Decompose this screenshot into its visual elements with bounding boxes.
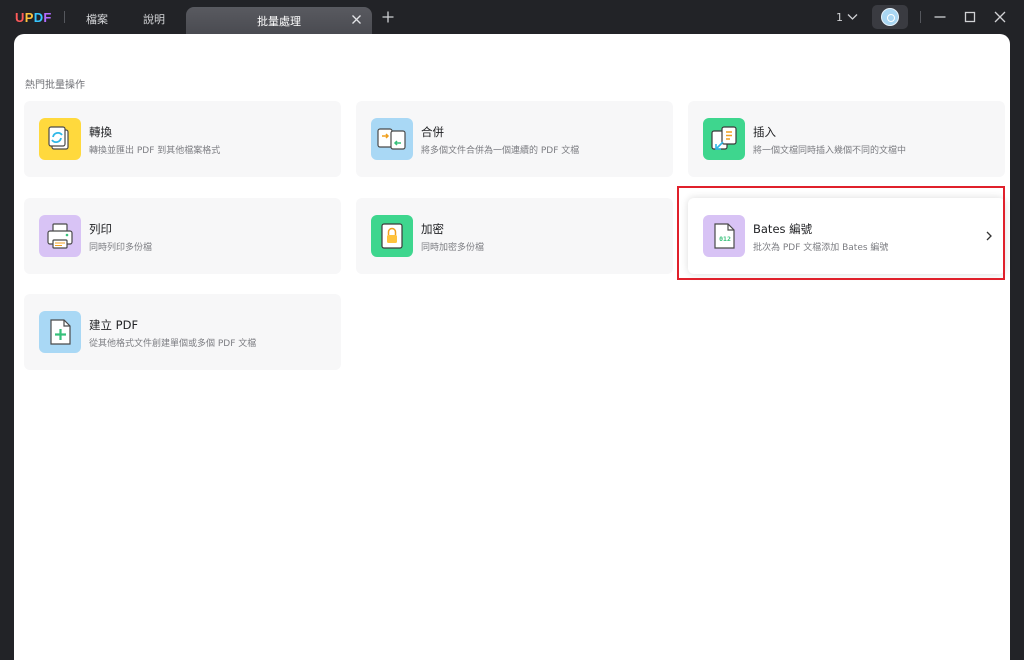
section-title: 熱門批量操作 [25, 80, 85, 91]
card-create-pdf[interactable]: 建立 PDF 從其他格式文件創建單個或多個 PDF 文檔 [24, 294, 341, 370]
close-icon[interactable] [351, 14, 362, 25]
card-title: 插入 [753, 125, 776, 139]
window-controls-divider [920, 11, 921, 23]
batch-panel: 熱門批量操作 轉換 轉換並匯出 PDF 到其他檔案格式 合併 將多個文件合併為一… [14, 34, 1010, 660]
chevron-down-icon[interactable] [847, 12, 858, 21]
menu-divider [64, 11, 65, 23]
card-description: 同時加密多份檔 [421, 243, 485, 253]
create-pdf-icon [39, 311, 81, 353]
convert-icon [39, 118, 81, 160]
close-window-icon[interactable] [994, 11, 1006, 23]
insert-icon [703, 118, 745, 160]
card-title: 建立 PDF [89, 318, 139, 332]
logo-letter-d: D [33, 10, 44, 25]
card-description: 同時列印多份檔 [89, 243, 153, 253]
card-insert[interactable]: 插入 將一個文檔同時插入幾個不同的文檔中 [688, 101, 1005, 177]
card-merge[interactable]: 合併 將多個文件合併為一個連續的 PDF 文檔 [356, 101, 673, 177]
card-description: 轉換並匯出 PDF 到其他檔案格式 [89, 146, 221, 156]
window-count[interactable]: 1 [836, 11, 843, 24]
card-description: 將一個文檔同時插入幾個不同的文檔中 [753, 146, 907, 156]
lock-icon [371, 215, 413, 257]
avatar [881, 8, 899, 26]
menu-help[interactable]: 說明 [143, 11, 165, 27]
printer-icon [39, 215, 81, 257]
logo-letter-f: F [43, 10, 52, 25]
card-title: 列印 [89, 222, 112, 236]
new-tab-icon[interactable] [382, 11, 394, 23]
tab-label: 批量處理 [257, 15, 301, 28]
card-title: 轉換 [89, 125, 112, 139]
logo-letter-u: U [15, 10, 25, 25]
card-description: 從其他格式文件創建單個或多個 PDF 文檔 [89, 339, 257, 349]
highlight-box [677, 186, 1005, 280]
merge-icon [371, 118, 413, 160]
card-description: 將多個文件合併為一個連續的 PDF 文檔 [421, 146, 580, 156]
card-title: 合併 [421, 125, 444, 139]
account-button[interactable] [872, 5, 908, 29]
tab-batch-processing[interactable]: 批量處理 [186, 7, 372, 34]
logo-letter-p: P [24, 10, 34, 25]
minimize-icon[interactable] [934, 11, 946, 23]
updf-logo[interactable]: UPDF [15, 10, 52, 25]
card-print[interactable]: 列印 同時列印多份檔 [24, 198, 341, 274]
card-encrypt[interactable]: 加密 同時加密多份檔 [356, 198, 673, 274]
title-bar: UPDF 檔案 說明 批量處理 1 [0, 0, 1024, 34]
menu-file[interactable]: 檔案 [86, 11, 108, 27]
card-title: 加密 [421, 222, 444, 236]
maximize-icon[interactable] [964, 11, 976, 23]
card-convert[interactable]: 轉換 轉換並匯出 PDF 到其他檔案格式 [24, 101, 341, 177]
